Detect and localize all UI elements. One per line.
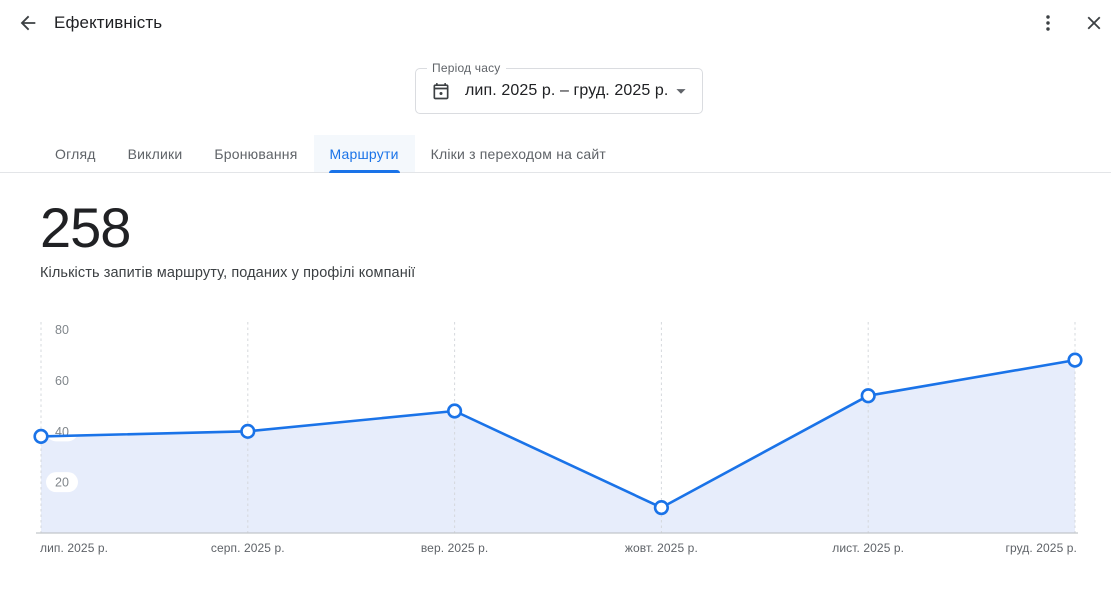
active-tab-underline — [329, 170, 400, 173]
x-tick-label: серп. 2025 р. — [148, 541, 348, 555]
dropdown-arrow-icon — [670, 80, 692, 102]
tab-label: Маршрути — [330, 146, 399, 162]
kebab-menu-icon — [1037, 12, 1059, 34]
tab-label: Виклики — [128, 146, 183, 162]
data-point[interactable] — [448, 405, 461, 418]
y-tick-label: 60 — [55, 374, 69, 388]
y-tick-label: 20 — [55, 476, 69, 490]
tab-label: Кліки з переходом на сайт — [431, 146, 606, 162]
tab-directions[interactable]: Маршрути — [314, 135, 415, 172]
tab-calls[interactable]: Виклики — [112, 135, 199, 172]
page-title: Ефективність — [54, 13, 162, 33]
tab-label: Бронювання — [214, 146, 297, 162]
tabs-bar: Огляд Виклики Бронювання Маршрути Кліки … — [0, 135, 1111, 173]
tab-label: Огляд — [55, 146, 96, 162]
x-tick-label: жовт. 2025 р. — [561, 541, 761, 555]
date-range-value: лип. 2025 р. – груд. 2025 р. — [465, 82, 668, 100]
metric-total: 258 — [40, 200, 130, 256]
date-range-field[interactable]: Період часу лип. 2025 р. – груд. 2025 р. — [415, 68, 703, 114]
more-options-button[interactable] — [1028, 3, 1068, 43]
chart-area: 20406080 — [0, 310, 1111, 535]
date-range-label: Період часу — [427, 61, 506, 75]
back-button[interactable] — [8, 3, 48, 43]
data-point[interactable] — [242, 425, 255, 438]
x-tick-label: лип. 2025 р. — [40, 541, 108, 555]
line-chart: 20406080 — [0, 310, 1111, 535]
data-point[interactable] — [1069, 354, 1082, 367]
data-point[interactable] — [655, 501, 668, 514]
x-tick-label: вер. 2025 р. — [355, 541, 555, 555]
x-tick-label: груд. 2025 р. — [917, 541, 1077, 555]
data-point[interactable] — [35, 430, 48, 443]
close-icon — [1083, 12, 1105, 34]
tab-bookings[interactable]: Бронювання — [198, 135, 313, 172]
data-point[interactable] — [862, 389, 875, 402]
metric-description: Кількість запитів маршруту, поданих у пр… — [40, 265, 415, 281]
close-button[interactable] — [1074, 3, 1111, 43]
y-tick-label: 80 — [55, 323, 69, 337]
back-arrow-icon — [17, 12, 39, 34]
x-axis-labels: лип. 2025 р. серп. 2025 р. вер. 2025 р. жов… — [0, 541, 1111, 557]
performance-page: Ефективність Період часу лип. 2025 р. – … — [0, 0, 1111, 589]
tab-list: Огляд Виклики Бронювання Маршрути Кліки … — [39, 135, 1111, 172]
tab-website-clicks[interactable]: Кліки з переходом на сайт — [415, 135, 622, 172]
tab-overview[interactable]: Огляд — [39, 135, 112, 172]
calendar-icon — [431, 81, 451, 101]
